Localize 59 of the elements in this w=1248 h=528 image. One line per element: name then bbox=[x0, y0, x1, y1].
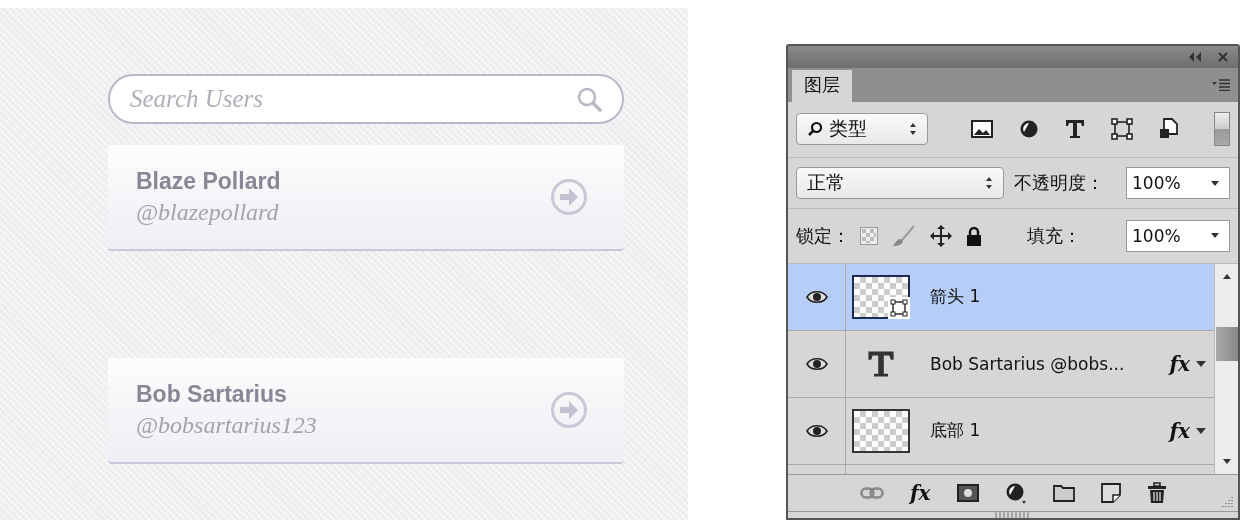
text-type-icon[interactable] bbox=[1065, 119, 1085, 140]
lock-label: 锁定： bbox=[796, 223, 850, 248]
opacity-label: 不透明度： bbox=[1014, 171, 1104, 196]
shape-icon[interactable] bbox=[1111, 118, 1133, 141]
scroll-thumb[interactable] bbox=[1215, 326, 1238, 361]
layer-name: 箭头 1 bbox=[929, 285, 982, 309]
layer-name: 底部 1 bbox=[929, 419, 982, 443]
new-layer-icon[interactable] bbox=[1100, 483, 1121, 504]
opacity-field[interactable]: 100% bbox=[1126, 167, 1230, 200]
filter-toggle[interactable] bbox=[1214, 112, 1230, 147]
user-handle: @blazepollard bbox=[136, 199, 280, 226]
scrollbar[interactable] bbox=[1214, 263, 1238, 475]
stepper-icon bbox=[909, 123, 917, 136]
collapse-icon[interactable] bbox=[1188, 51, 1202, 62]
fill-label: 填充： bbox=[1027, 223, 1081, 248]
scroll-down-icon[interactable] bbox=[1222, 459, 1231, 465]
trash-icon[interactable] bbox=[1146, 482, 1167, 505]
fill-field[interactable]: 100% bbox=[1126, 219, 1230, 252]
user-name: Bob Sartarius bbox=[136, 381, 288, 408]
search-icon bbox=[576, 86, 602, 112]
half-circle-icon[interactable] bbox=[1019, 119, 1039, 140]
image-icon[interactable] bbox=[971, 120, 993, 139]
user-name: Blaze Pollard bbox=[136, 168, 282, 195]
checker-icon[interactable] bbox=[860, 226, 878, 245]
layer-thumbnail bbox=[852, 408, 910, 453]
shape-icon bbox=[888, 296, 910, 319]
layer-row[interactable]: 底部 1 fx bbox=[788, 397, 1214, 465]
user-handle: @bobsartarius123 bbox=[136, 412, 318, 439]
smart-object-icon[interactable] bbox=[1159, 118, 1179, 141]
eye-icon[interactable] bbox=[805, 423, 828, 438]
expand-arrow-icon[interactable] bbox=[1196, 360, 1206, 367]
dropdown-arrow-icon[interactable] bbox=[1211, 233, 1219, 239]
blend-mode-dropdown[interactable]: 正常 bbox=[796, 167, 1004, 200]
effects-button[interactable]: fx bbox=[910, 481, 931, 506]
effects-badge[interactable]: fx bbox=[1169, 351, 1190, 376]
resize-grip-icon[interactable] bbox=[1222, 495, 1234, 507]
text-type-icon bbox=[867, 349, 895, 378]
panel-tab[interactable]: 图层 bbox=[792, 69, 852, 102]
lock-icon[interactable] bbox=[966, 225, 982, 246]
layer-row[interactable]: 箭头 1 bbox=[788, 263, 1214, 331]
filter-dropdown[interactable]: 类型 bbox=[796, 113, 928, 146]
scroll-up-icon[interactable] bbox=[1222, 273, 1231, 279]
drag-handle-icon[interactable] bbox=[995, 512, 1031, 518]
layer-name: Bob Sartarius @bobs... bbox=[929, 353, 1126, 374]
move-icon[interactable] bbox=[930, 224, 952, 247]
eye-icon[interactable] bbox=[805, 289, 828, 304]
search-field[interactable]: Search Users bbox=[108, 74, 624, 124]
layer-row[interactable]: Bob Sartarius @bobs... fx bbox=[788, 330, 1214, 398]
dropdown-arrow-icon[interactable] bbox=[1211, 180, 1219, 186]
search-icon bbox=[807, 121, 823, 138]
half-circle-icon[interactable] bbox=[1004, 482, 1027, 505]
close-icon[interactable] bbox=[1218, 51, 1228, 62]
stepper-icon bbox=[985, 177, 993, 190]
expand-arrow-icon[interactable] bbox=[1196, 427, 1206, 434]
eye-icon[interactable] bbox=[805, 356, 828, 371]
menu-icon[interactable] bbox=[1212, 78, 1230, 91]
mask-icon[interactable] bbox=[956, 484, 979, 503]
folder-icon[interactable] bbox=[1052, 484, 1075, 503]
effects-badge[interactable]: fx bbox=[1169, 418, 1190, 443]
